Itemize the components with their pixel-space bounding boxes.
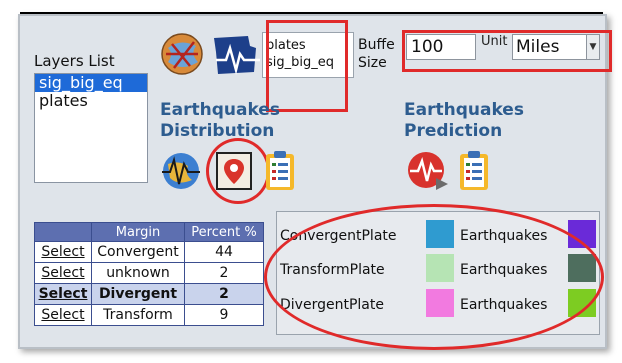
layers-listbox[interactable]: sig_big_eq plates — [34, 73, 148, 183]
earthquake-globe-icon[interactable] — [160, 150, 202, 192]
select-link[interactable]: Select — [34, 241, 92, 263]
percent-cell: 2 — [184, 283, 264, 305]
select-link[interactable]: Select — [34, 283, 92, 305]
distribution-title-line2: Distribution — [160, 121, 275, 141]
layer-item-plates[interactable]: plates — [35, 92, 147, 110]
distribution-title-line1: Earthquakes — [160, 100, 280, 120]
state-map-seismograph-icon[interactable] — [210, 32, 262, 78]
highlight-rectangle-selection — [266, 20, 348, 112]
prediction-title-line2: Prediction — [404, 121, 503, 141]
globe-plates-icon[interactable] — [160, 32, 204, 76]
margin-table: Margin Percent % Select Convergent 44 Se… — [34, 222, 264, 326]
buffer-label-line1: Buffe — [358, 37, 395, 53]
table-row: Select Transform 9 — [34, 304, 264, 326]
layers-list-label: Layers List — [34, 52, 115, 70]
prediction-heartbeat-icon[interactable] — [406, 150, 450, 192]
layer-item-sig-big-eq[interactable]: sig_big_eq — [35, 74, 147, 92]
buffer-label-line2: Size — [358, 55, 387, 71]
select-link[interactable]: Select — [34, 304, 92, 326]
highlight-ellipse-legend — [264, 204, 604, 350]
percent-cell: 2 — [184, 262, 264, 284]
distribution-heading: Earthquakes Distribution — [160, 100, 280, 142]
percent-cell: 9 — [184, 304, 264, 326]
report-clipboard-icon[interactable] — [262, 150, 298, 192]
prediction-report-clipboard-icon[interactable] — [456, 150, 492, 192]
table-header-row: Margin Percent % — [34, 222, 264, 242]
table-row: Select Convergent 44 — [34, 241, 264, 263]
margin-cell: unknown — [91, 262, 185, 284]
select-link[interactable]: Select — [34, 262, 92, 284]
table-header-margin: Margin — [91, 222, 185, 242]
prediction-title-line1: Earthquakes — [404, 100, 524, 120]
margin-cell: Transform — [91, 304, 185, 326]
highlight-rectangle-buffer — [402, 30, 612, 72]
table-header-action — [34, 222, 92, 242]
buffer-size-label: Buffe Size — [358, 36, 395, 72]
table-row: Select unknown 2 — [34, 262, 264, 284]
percent-cell: 44 — [184, 241, 264, 263]
margin-cell: Divergent — [91, 283, 185, 305]
table-row-selected: Select Divergent 2 — [34, 283, 264, 305]
prediction-heading: Earthquakes Prediction — [404, 100, 524, 142]
table-header-percent: Percent % — [184, 222, 264, 242]
margin-cell: Convergent — [91, 241, 185, 263]
highlight-circle-map-pin — [206, 138, 270, 204]
